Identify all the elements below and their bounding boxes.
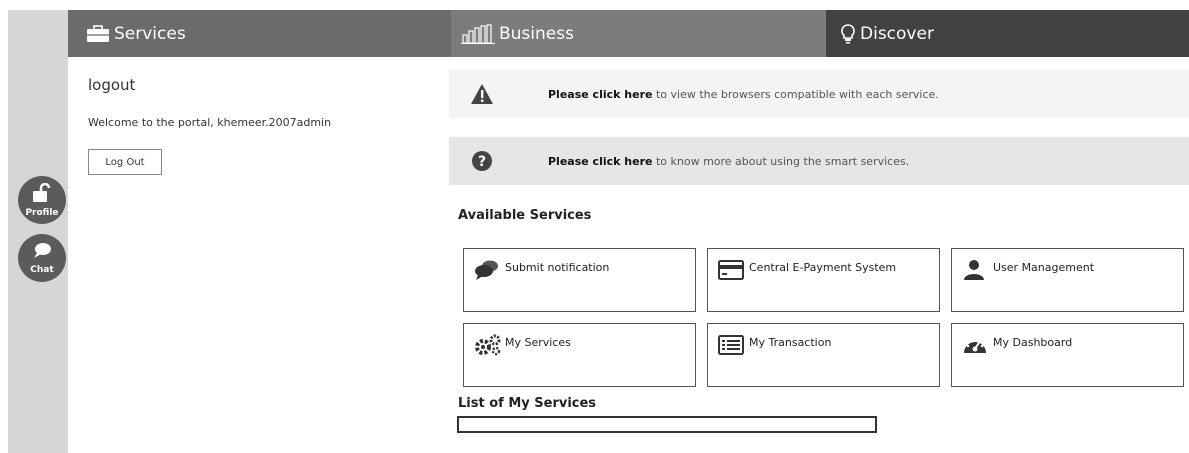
service-card-user-management[interactable]: User Management xyxy=(951,248,1184,312)
profile-label: Profile xyxy=(25,207,59,218)
my-services-list[interactable] xyxy=(457,416,877,433)
nav-discover-label: Discover xyxy=(860,23,934,44)
nav-business[interactable]: Business xyxy=(451,10,826,57)
browser-notice-link[interactable]: Please click here xyxy=(548,88,652,101)
gears-icon xyxy=(474,334,502,360)
welcome-message: Welcome to the portal, khemeer.2007admin xyxy=(88,116,332,129)
briefcase-icon xyxy=(86,24,110,43)
help-notice-link[interactable]: Please click here xyxy=(548,155,652,168)
unlock-icon xyxy=(31,182,53,207)
nav-services[interactable]: Services xyxy=(68,10,451,57)
help-notice: ? Please click here to know more about u… xyxy=(449,137,1189,185)
profile-button[interactable]: Profile xyxy=(18,176,66,224)
nav-services-label: Services xyxy=(114,23,186,44)
warning-icon xyxy=(466,83,498,105)
chat-button[interactable]: Chat xyxy=(18,234,66,282)
chat-icon xyxy=(31,242,53,264)
service-card-label: My Dashboard xyxy=(993,336,1073,349)
my-services-title: List of My Services xyxy=(458,396,597,411)
chat-bubbles-icon xyxy=(474,259,500,285)
logout-button[interactable]: Log Out xyxy=(88,149,162,175)
lightbulb-icon xyxy=(840,23,856,44)
account-title: logout xyxy=(88,76,136,94)
user-icon xyxy=(962,259,986,285)
available-services-title: Available Services xyxy=(458,208,592,223)
service-card-submit-notification[interactable]: Submit notification xyxy=(463,248,696,312)
help-notice-text: to know more about using the smart servi… xyxy=(652,154,910,168)
browser-notice: Please click here to view the browsers c… xyxy=(449,70,1189,118)
service-card-label: My Services xyxy=(505,336,571,349)
service-card-label: My Transaction xyxy=(749,336,832,349)
credit-card-icon xyxy=(718,259,744,285)
service-card-my-services[interactable]: My Services xyxy=(463,323,696,387)
svg-text:?: ? xyxy=(478,154,486,170)
chart-icon xyxy=(461,23,495,44)
browser-notice-text: to view the browsers compatible with eac… xyxy=(652,87,939,101)
service-card-label: Central E-Payment System xyxy=(749,261,897,274)
service-card-my-dashboard[interactable]: My Dashboard xyxy=(951,323,1184,387)
chat-label: Chat xyxy=(30,264,54,275)
service-card-label: Submit notification xyxy=(505,261,610,274)
list-icon xyxy=(718,334,744,360)
left-rail: Profile Chat xyxy=(8,10,68,453)
service-card-central-e-payment[interactable]: Central E-Payment System xyxy=(707,248,940,312)
nav-business-label: Business xyxy=(499,23,574,44)
nav-discover[interactable]: Discover xyxy=(826,10,1189,57)
top-navigation: Services Business Discover xyxy=(68,10,1189,57)
service-card-my-transaction[interactable]: My Transaction xyxy=(707,323,940,387)
service-card-label: User Management xyxy=(993,261,1095,274)
help-icon: ? xyxy=(466,150,498,172)
dashboard-icon xyxy=(962,334,988,360)
